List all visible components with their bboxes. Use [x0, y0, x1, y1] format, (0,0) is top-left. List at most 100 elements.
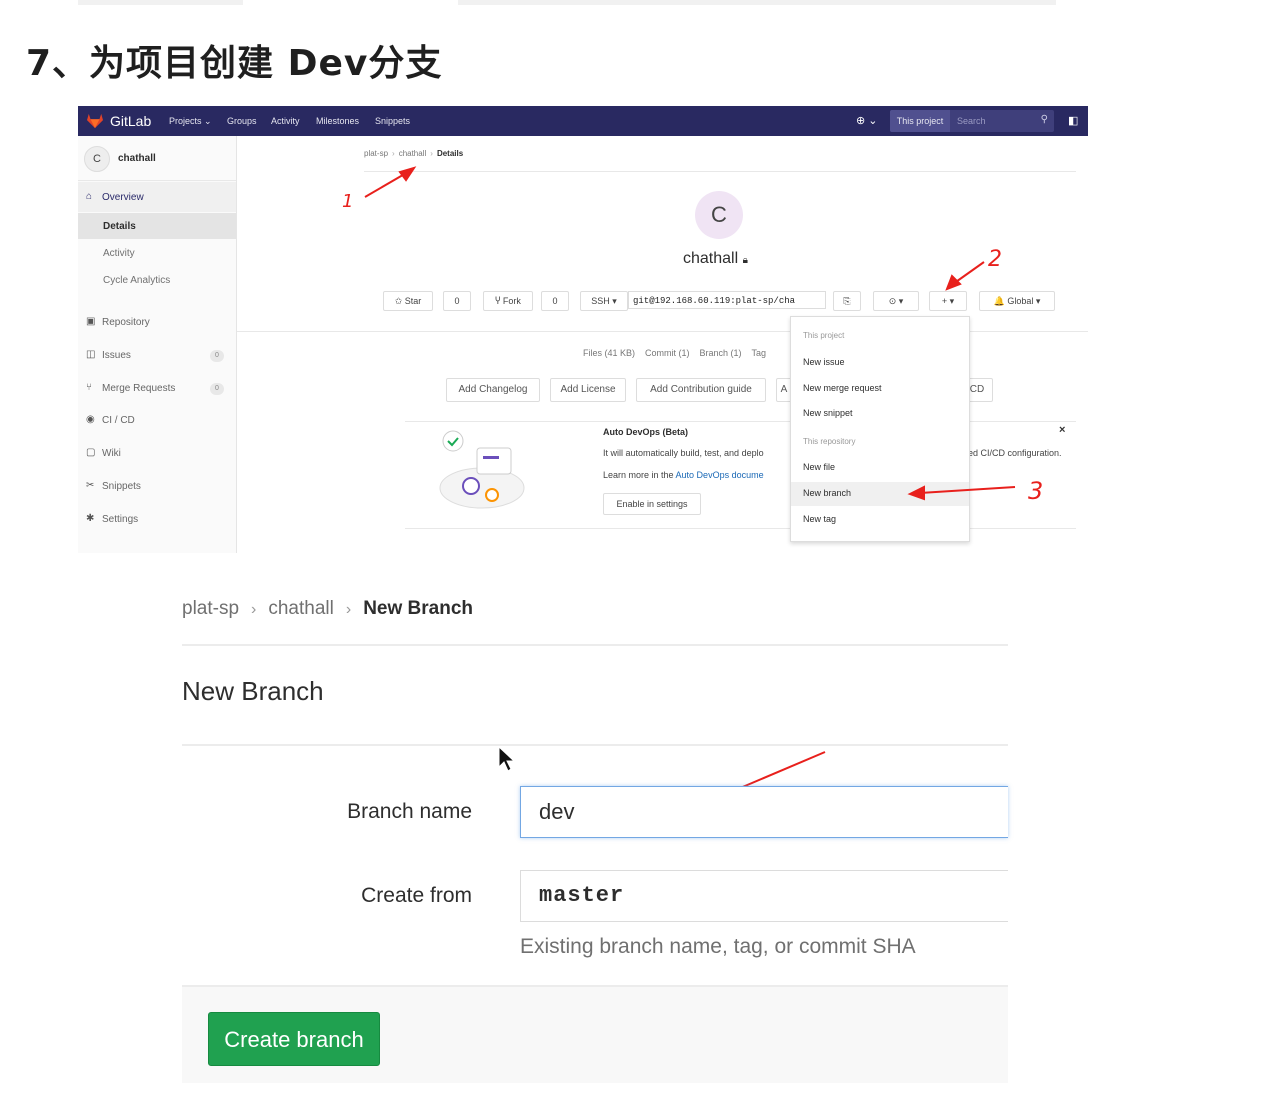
stat-branches[interactable]: Branch (1) [700, 348, 742, 358]
menu-item-label: New tag [803, 514, 837, 524]
create-from-input[interactable]: master [520, 870, 1008, 922]
mouse-cursor-icon [498, 746, 516, 772]
page-heading: 7、为项目创建 Dev分支 [26, 43, 443, 84]
star-count[interactable]: 0 [443, 291, 471, 311]
stat-commits[interactable]: Commit (1) [645, 348, 690, 358]
gitlab-logo-text[interactable]: GitLab [110, 113, 151, 129]
sidebar-item-merge-requests[interactable]: ⑂ Merge Requests 0 [78, 375, 236, 401]
sidebar-sub-cycle-analytics[interactable]: Cycle Analytics [78, 267, 236, 293]
add-changelog-button[interactable]: Add Changelog [446, 378, 540, 402]
auto-devops-description-end: ed CI/CD configuration. [968, 448, 1062, 458]
breadcrumb-plat-sp[interactable]: plat-sp [364, 149, 388, 158]
merge-requests-count-badge: 0 [210, 383, 224, 395]
sidebar-item-wiki[interactable]: ▢ Wiki [78, 440, 236, 466]
menu-item-label: New merge request [803, 383, 882, 393]
auto-devops-description: It will automatically build, test, and d… [603, 448, 764, 458]
nav-snippets[interactable]: Snippets [375, 116, 410, 126]
copy-icon[interactable]: ⎘ [833, 291, 861, 311]
branch-name-input[interactable]: dev [520, 786, 1008, 838]
nav-groups[interactable]: Groups [227, 116, 257, 126]
sidebar-item-label: Merge Requests [102, 383, 176, 394]
fork-count[interactable]: 0 [541, 291, 569, 311]
menu-item-label: New snippet [803, 408, 853, 418]
stat-files[interactable]: Files (41 KB) [583, 348, 635, 358]
dropdown-header-repository: This repository [803, 437, 856, 446]
create-from-hint: Existing branch name, tag, or commit SHA [520, 935, 916, 958]
sidebar-item-settings[interactable]: ✱ Settings [78, 506, 236, 532]
sidebar-item-label: Issues [102, 350, 131, 361]
gitlab-project-screenshot: GitLab Projects ⌄ Groups Activity Milest… [78, 106, 1088, 553]
menu-new-tag[interactable]: New tag [791, 508, 969, 532]
breadcrumb: plat-sp › chathall › Details [364, 149, 464, 158]
sidebar-item-issues[interactable]: ◫ Issues 0 [78, 342, 236, 368]
nav-search[interactable]: This project Search ⚲ [890, 110, 1054, 132]
menu-item-label: New file [803, 462, 836, 472]
project-stats: Files (41 KB) Commit (1) Branch (1) Tag [583, 348, 776, 358]
menu-new-merge-request[interactable]: New merge request [791, 377, 969, 401]
breadcrumb-chathall[interactable]: chathall [268, 598, 334, 619]
notification-dropdown[interactable]: 🔔 Global ▾ [979, 291, 1055, 311]
new-branch-breadcrumb: plat-sp › chathall › New Branch [182, 598, 473, 619]
menu-new-branch[interactable]: New branch [791, 482, 969, 506]
auto-devops-docs-link[interactable]: Auto DevOps docume [676, 470, 764, 480]
menu-new-snippet[interactable]: New snippet [791, 402, 969, 426]
project-avatar: C [695, 191, 743, 239]
create-from-value: master [539, 883, 625, 908]
sidebar-item-snippets[interactable]: ✂ Snippets [78, 473, 236, 499]
branch-name-label: Branch name [347, 800, 472, 823]
ci-cd-icon: ◉ [86, 414, 95, 425]
close-icon[interactable]: × [1059, 424, 1065, 436]
nav-milestones[interactable]: Milestones [316, 116, 359, 126]
new-dropdown-menu: This project New issue New merge request… [790, 316, 970, 542]
menu-new-file[interactable]: New file [791, 456, 969, 480]
todos-icon[interactable]: ◧ [1068, 114, 1078, 127]
snippets-icon: ✂ [86, 480, 95, 491]
menu-item-label: New branch [803, 488, 852, 498]
sidebar-project-avatar: C [84, 146, 110, 172]
page-title: New Branch [182, 676, 324, 706]
sidebar-sub-details[interactable]: Details [78, 213, 236, 239]
nav-new-dropdown[interactable]: ⊕ ⌄ [856, 114, 878, 128]
wiki-icon: ▢ [86, 447, 96, 458]
project-title: chathall 🔒︎ [683, 250, 748, 268]
search-scope[interactable]: This project [890, 110, 950, 132]
lock-icon: 🔒︎ [742, 255, 748, 266]
sidebar-sub-activity[interactable]: Activity [78, 240, 236, 266]
create-branch-button[interactable]: Create branch [208, 1012, 380, 1066]
download-dropdown[interactable]: ⊙ ▾ [873, 291, 919, 311]
divider [182, 744, 1008, 746]
menu-new-issue[interactable]: New issue [791, 351, 969, 375]
top-bars [78, 0, 1056, 6]
sidebar-item-overview[interactable]: ⌂ Overview [78, 182, 236, 212]
project-name: chathall [683, 250, 739, 267]
add-contribution-guide-button[interactable]: Add Contribution guide [636, 378, 766, 402]
nav-projects[interactable]: Projects ⌄ [169, 116, 212, 127]
gitlab-logo-icon[interactable] [86, 113, 104, 129]
create-from-label: Create from [361, 884, 472, 907]
sidebar-item-repository[interactable]: ▣ Repository [78, 309, 236, 335]
clone-url-field[interactable]: git@192.168.60.119:plat-sp/cha [628, 291, 826, 309]
project-main: plat-sp › chathall › Details C chathall 🔒︎ ✩… [237, 136, 1088, 553]
sidebar-item-ci-cd[interactable]: ◉ CI / CD [78, 407, 236, 433]
search-icon: ⚲ [1040, 114, 1048, 125]
sidebar-project-header[interactable]: C chathall [78, 136, 236, 181]
auto-devops-learn-more: Learn more in the Auto DevOps docume [603, 470, 764, 480]
stat-tags[interactable]: Tag [752, 348, 767, 358]
enable-in-settings-button[interactable]: Enable in settings [603, 493, 701, 515]
divider [364, 171, 1076, 172]
nav-activity[interactable]: Activity [271, 116, 300, 126]
new-plus-dropdown[interactable]: + ▾ [929, 291, 967, 311]
gitlab-navbar: GitLab Projects ⌄ Groups Activity Milest… [78, 106, 1088, 136]
star-button[interactable]: ✩ Star [383, 291, 433, 311]
add-license-button[interactable]: Add License [550, 378, 626, 402]
auto-devops-title: Auto DevOps (Beta) [603, 427, 689, 437]
breadcrumb-chathall[interactable]: chathall [399, 149, 427, 158]
menu-item-label: New issue [803, 357, 845, 367]
project-sidebar: C chathall ⌂ Overview Details Activity C… [78, 136, 237, 553]
breadcrumb-plat-sp[interactable]: plat-sp [182, 598, 239, 619]
sidebar-item-label: CI / CD [102, 415, 135, 426]
fork-button[interactable]: Ⴤ Fork [483, 291, 533, 311]
search-placeholder: Search [957, 116, 986, 126]
sidebar-item-label: Settings [102, 514, 139, 525]
ssh-dropdown[interactable]: SSH ▾ [580, 291, 628, 311]
